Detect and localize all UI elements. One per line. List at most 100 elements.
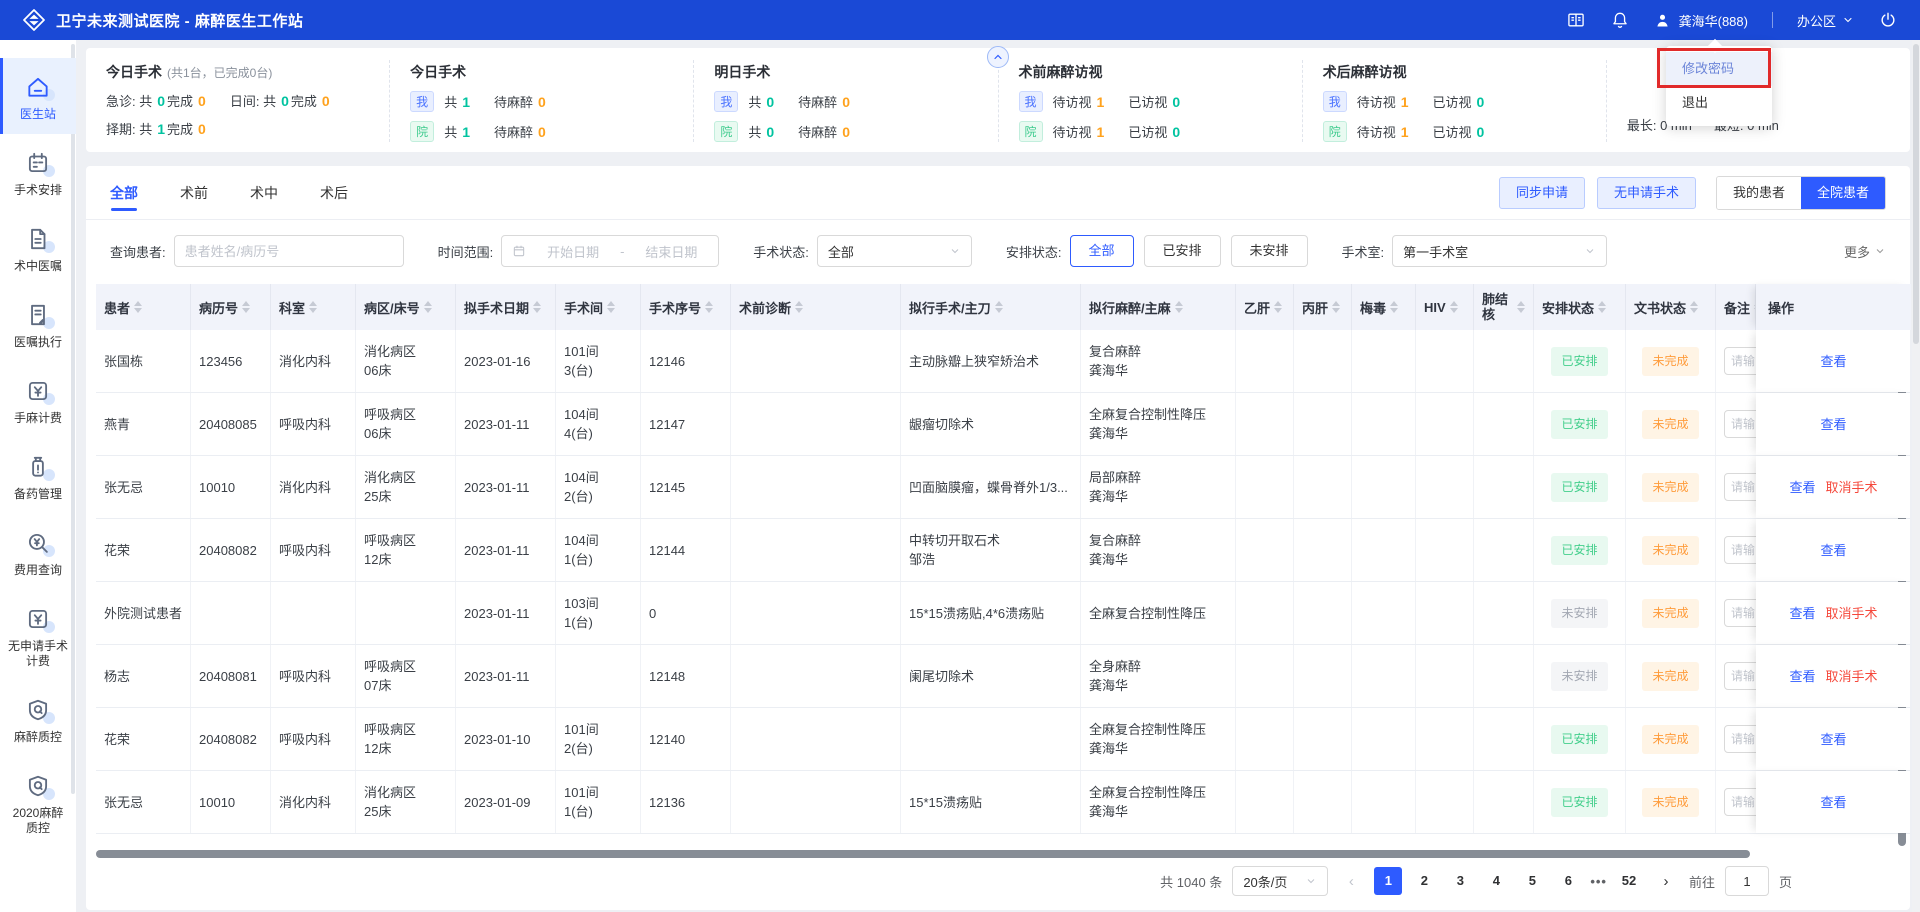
column-header-syphilis[interactable]: 梅毒 (1352, 284, 1416, 330)
sidebar-item-surgery-schedule[interactable]: 手术安排 (0, 134, 76, 210)
sort-icon[interactable] (1449, 301, 1458, 313)
view-link[interactable]: 查看 (1820, 541, 1846, 560)
sidebar-item-no-request-surgery-billing[interactable]: 无申请手术计费 (0, 590, 76, 681)
page-number-button[interactable]: 52 (1615, 867, 1643, 895)
column-header-planned-date[interactable]: 拟手术日期 (456, 284, 556, 330)
table-row[interactable]: 张无忌 10010 消化内科 消化病区 25床 2023-01-11 104间 2(台) 121… (96, 456, 1910, 519)
more-filters-button[interactable]: 更多 (1844, 242, 1886, 261)
tab-3[interactable]: 术后 (320, 166, 348, 220)
bell-icon[interactable] (1610, 10, 1630, 30)
column-header-hbv[interactable]: 乙肝 (1236, 284, 1294, 330)
tab-1[interactable]: 术前 (180, 166, 208, 220)
page-number-button[interactable]: 6 (1554, 867, 1582, 895)
workspace-selector[interactable]: 办公区 (1797, 11, 1854, 30)
sort-icon[interactable] (795, 301, 804, 313)
view-link[interactable]: 查看 (1789, 604, 1815, 623)
table-row[interactable]: 外院测试患者 2023-01-11 103间 1(台) 0 15*15溃疡贴,4*6溃疡贴… (96, 582, 1910, 645)
horizontal-scrollbar[interactable] (96, 850, 1750, 858)
next-page-button[interactable]: › (1653, 873, 1679, 890)
sort-icon[interactable] (134, 301, 143, 313)
sort-icon[interactable] (607, 301, 616, 313)
sidebar-item-anesthesia-qc-2020[interactable]: 2020麻醉质控 (0, 757, 76, 848)
column-header-tb[interactable]: 肺结核 (1474, 284, 1534, 330)
sidebar-item-anesthesia-qc[interactable]: 麻醉质控 (0, 681, 76, 757)
column-header-patient[interactable]: 患者 (96, 284, 191, 330)
table-row[interactable]: 张国栋 123456 消化内科 消化病区 06床 2023-01-16 101间 3(台) 12… (96, 330, 1910, 393)
column-header-operation[interactable]: 操作 (1756, 284, 1911, 330)
view-link[interactable]: 查看 (1820, 730, 1846, 749)
page-number-button[interactable]: 1 (1374, 867, 1403, 895)
window-scrollbar[interactable] (1912, 40, 1920, 912)
sort-icon[interactable] (1274, 301, 1283, 313)
table-row[interactable]: 燕青 20408085 呼吸内科 呼吸病区 06床 2023-01-11 104间 4(台) 1… (96, 393, 1910, 456)
cancel-surgery-link[interactable]: 取消手术 (1826, 604, 1878, 623)
table-row[interactable]: 张无忌 10010 消化内科 消化病区 25床 2023-01-09 101间 1(台) 121… (96, 771, 1910, 834)
view-link[interactable]: 查看 (1820, 793, 1846, 812)
cancel-surgery-link[interactable]: 取消手术 (1826, 478, 1878, 497)
column-header-ward-bed[interactable]: 病区/床号 (356, 284, 456, 330)
sort-icon[interactable] (1690, 301, 1699, 313)
sidebar-item-anesthesia-billing[interactable]: 手麻计费 (0, 362, 76, 438)
column-header-sequence-no[interactable]: 手术序号 (641, 284, 731, 330)
column-header-remark[interactable]: 备注 (1716, 284, 1756, 330)
tab-0[interactable]: 全部 (110, 166, 138, 220)
sidebar-item-doctor-station[interactable]: 医生站 (0, 58, 76, 134)
sort-icon[interactable] (1174, 301, 1183, 313)
sort-icon[interactable] (309, 301, 318, 313)
page-number-button[interactable]: 2 (1410, 867, 1438, 895)
my-patients-button[interactable]: 我的患者 (1716, 176, 1801, 209)
view-link[interactable]: 查看 (1789, 478, 1815, 497)
column-header-arrange-status[interactable]: 安排状态 (1534, 284, 1626, 330)
sort-icon[interactable] (705, 301, 714, 313)
column-header-room[interactable]: 手术间 (556, 284, 641, 330)
sync-request-button[interactable]: 同步申请 (1498, 176, 1585, 209)
sidebar-item-intraop-orders[interactable]: 术中医嘱 (0, 210, 76, 286)
date-range-picker[interactable]: 开始日期 - 结束日期 (501, 235, 720, 267)
sidebar-item-fee-query[interactable]: 费用查询 (0, 514, 76, 590)
collapse-stats-button[interactable] (987, 46, 1009, 68)
column-header-anesthesia-anesthetist[interactable]: 拟行麻醉/主麻 (1081, 284, 1236, 330)
user-menu-trigger[interactable]: 龚海华(888) (1654, 11, 1748, 30)
arrange-option-button[interactable]: 已安排 (1143, 235, 1221, 267)
column-header-record-no[interactable]: 病历号 (191, 284, 271, 330)
tab-2[interactable]: 术中 (250, 166, 278, 220)
column-header-surgery-surgeon[interactable]: 拟行手术/主刀 (901, 284, 1081, 330)
page-number-button[interactable]: 5 (1518, 867, 1546, 895)
no-request-surgery-button[interactable]: 无申请手术 (1596, 176, 1696, 209)
sort-icon[interactable] (242, 301, 251, 313)
column-header-hiv[interactable]: HIV (1416, 284, 1474, 330)
cancel-surgery-link[interactable]: 取消手术 (1826, 667, 1878, 686)
table-row[interactable]: 杨志 20408081 呼吸内科 呼吸病区 07床 2023-01-11 12148 阑尾切除… (96, 645, 1910, 708)
sidebar-item-drug-preparation[interactable]: 备药管理 (0, 438, 76, 514)
sort-icon[interactable] (533, 301, 542, 313)
power-icon[interactable] (1878, 10, 1898, 30)
sidebar-item-order-execution[interactable]: 医嘱执行 (0, 286, 76, 362)
view-link[interactable]: 查看 (1820, 352, 1846, 371)
column-header-doc-status[interactable]: 文书状态 (1626, 284, 1716, 330)
column-header-hcv[interactable]: 丙肝 (1294, 284, 1352, 330)
menu-item-logout[interactable]: 退出 (1666, 86, 1772, 120)
column-header-preop-diagnosis[interactable]: 术前诊断 (731, 284, 901, 330)
sort-icon[interactable] (1598, 301, 1607, 313)
all-patients-button[interactable]: 全院患者 (1800, 176, 1885, 209)
patient-search-input[interactable] (173, 235, 404, 267)
arrange-option-button[interactable]: 全部 (1069, 235, 1134, 267)
operating-room-select[interactable]: 第一手术室 (1392, 235, 1608, 267)
sort-icon[interactable] (1517, 301, 1525, 313)
handbook-icon[interactable] (1566, 10, 1586, 30)
table-row[interactable]: 花荣 20408082 呼吸内科 呼吸病区 12床 2023-01-10 101间 2(台) 1… (96, 708, 1910, 771)
sort-icon[interactable] (1390, 301, 1399, 313)
menu-item-change-password[interactable]: 修改密码 (1666, 52, 1772, 86)
more-pages-ellipsis[interactable]: ••• (1590, 874, 1607, 889)
page-number-button[interactable]: 4 (1482, 867, 1510, 895)
view-link[interactable]: 查看 (1789, 667, 1815, 686)
surgery-status-select[interactable]: 全部 (816, 235, 972, 267)
sort-icon[interactable] (1332, 301, 1341, 313)
column-header-dept[interactable]: 科室 (271, 284, 356, 330)
arrange-option-button[interactable]: 未安排 (1230, 235, 1308, 267)
sort-icon[interactable] (994, 301, 1003, 313)
page-size-select[interactable]: 20条/页 (1232, 866, 1329, 896)
goto-page-input[interactable] (1724, 866, 1769, 896)
view-link[interactable]: 查看 (1820, 415, 1846, 434)
page-number-button[interactable]: 3 (1446, 867, 1474, 895)
